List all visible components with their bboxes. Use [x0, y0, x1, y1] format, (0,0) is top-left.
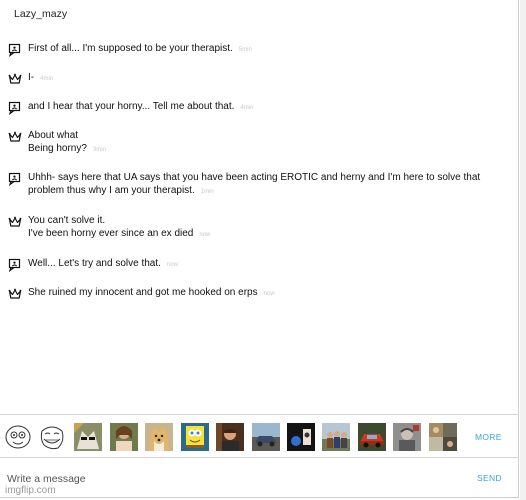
message-text: I've been horny ever since an ex died	[28, 227, 194, 239]
message: Uhhh- says here that UA says that you ha…	[8, 172, 503, 198]
crown-icon	[8, 287, 22, 301]
red-car-sticker[interactable]	[358, 423, 386, 451]
message: I- 4min	[8, 72, 503, 86]
message-text: I-	[28, 72, 35, 83]
woman-photo-sticker[interactable]	[110, 423, 138, 451]
chat-bubble-icon	[8, 43, 22, 57]
message-time: 3min	[92, 146, 106, 153]
chat-bubble-icon	[8, 172, 22, 186]
crown-icon	[8, 130, 22, 144]
message-text: and I hear that your horny... Tell me ab…	[28, 101, 235, 112]
message-time: now	[199, 231, 211, 238]
collage-sticker[interactable]	[429, 423, 457, 451]
message: She ruined my innocent and got me hooked…	[8, 287, 503, 301]
grey-photo-sticker[interactable]	[393, 423, 421, 451]
troll-face-sticker[interactable]	[38, 423, 66, 451]
message-time: 4min	[40, 76, 54, 82]
message-text: First of all... I'm supposed to be your …	[28, 43, 233, 54]
chat-bubble-icon	[8, 101, 22, 115]
message-time: 4min	[240, 105, 254, 111]
message-time: now	[166, 262, 178, 268]
car-photo-sticker[interactable]	[252, 423, 280, 451]
group-photo-sticker[interactable]	[322, 423, 350, 451]
contact-name: Lazy_mazy	[14, 8, 68, 20]
doge-sticker[interactable]	[145, 423, 173, 451]
dark-photo-sticker[interactable]	[287, 423, 315, 451]
sticker-bar: MORE	[0, 414, 519, 458]
chat-bubble-icon	[8, 258, 22, 272]
message-time: 5min	[238, 47, 252, 53]
message: First of all... I'm supposed to be your …	[8, 43, 503, 57]
watermark: imgflip.com	[5, 485, 56, 496]
message: Well... Let's try and solve that. now	[8, 258, 503, 272]
rage-face-sticker[interactable]	[4, 423, 32, 451]
message: and I hear that your horny... Tell me ab…	[8, 101, 503, 115]
message-time: now	[263, 291, 275, 297]
message-text: Being horny?	[28, 142, 87, 154]
message-composer: SEND	[0, 459, 519, 498]
scrollbar[interactable]	[520, 0, 526, 500]
man-photo-sticker[interactable]	[216, 423, 244, 451]
message: About what Being horny? 3min	[8, 130, 503, 156]
more-stickers-button[interactable]: MORE	[475, 432, 502, 442]
cat-sticker[interactable]	[74, 423, 102, 451]
message-time: 1min	[200, 188, 214, 195]
message: You can't solve it. I've been horny ever…	[8, 215, 503, 241]
message-text: About what	[28, 130, 79, 141]
message-text: She ruined my innocent and got me hooked…	[28, 287, 258, 298]
crown-icon	[8, 215, 22, 229]
message-text: problem thus why I am your therapist.	[28, 184, 195, 196]
message-text: You can't solve it.	[28, 215, 106, 226]
crown-icon	[8, 72, 22, 86]
send-button[interactable]: SEND	[477, 473, 502, 483]
message-input[interactable]	[7, 472, 447, 486]
message-text: Well... Let's try and solve that.	[28, 258, 161, 269]
spongebob-sticker[interactable]	[181, 423, 209, 451]
message-text: Uhhh- says here that UA says that you ha…	[28, 172, 481, 183]
